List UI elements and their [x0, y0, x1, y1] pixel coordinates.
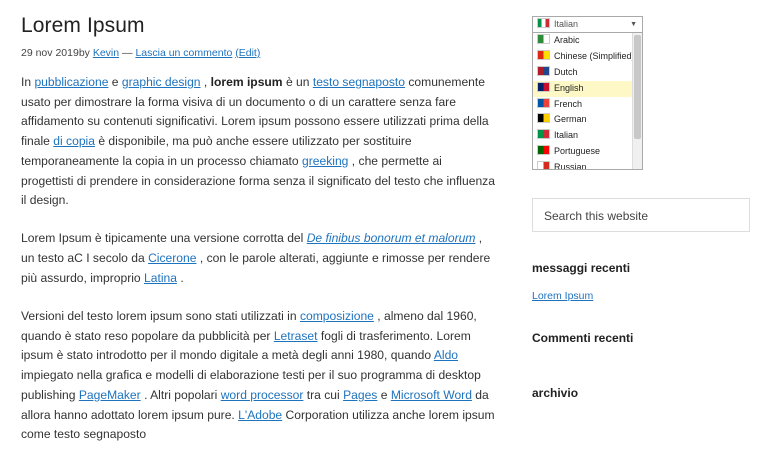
paragraph-1: In pubblicazione e graphic design , lore… — [21, 73, 497, 211]
text: Lorem Ipsum è tipicamente una versione c… — [21, 231, 307, 246]
bold-lorem-ipsum: lorem ipsum — [210, 75, 283, 89]
flag-icon — [537, 65, 550, 76]
paragraph-2: Lorem Ipsum è tipicamente una versione c… — [21, 229, 497, 288]
link-pubblicazione[interactable]: pubblicazione — [34, 75, 108, 89]
language-option-label: English — [554, 82, 584, 93]
recent-posts-title: messaggi recenti — [532, 261, 631, 275]
link-graphic-design[interactable]: graphic design — [122, 75, 201, 89]
search-input[interactable]: Search this website — [532, 198, 750, 232]
meta-dash: — — [122, 47, 133, 59]
link-greeking[interactable]: greeking — [302, 154, 348, 168]
language-option[interactable]: Portuguese — [533, 144, 632, 160]
language-option[interactable]: English — [533, 80, 632, 97]
text: . Altri popolari — [144, 387, 221, 402]
language-option[interactable]: Dutch — [533, 65, 632, 81]
flag-icon — [537, 81, 550, 92]
flag-icon — [537, 129, 550, 140]
italy-flag-icon — [537, 18, 550, 28]
language-option[interactable]: German — [533, 112, 632, 128]
language-option-label: Italian — [554, 130, 579, 141]
text: e — [380, 387, 391, 402]
text: . — [180, 270, 184, 285]
link-de-finibus[interactable]: De finibus bonorum et malorum — [307, 231, 476, 245]
language-option-label: Portuguese — [554, 146, 601, 157]
flag-icon — [537, 49, 550, 60]
chevron-down-icon: ▼ — [630, 21, 637, 28]
edit-link[interactable]: (Edit) — [235, 47, 260, 59]
flag-icon — [537, 97, 550, 108]
link-letraset[interactable]: Letraset — [274, 329, 318, 343]
sidebar: Italian ▼ Arabic Chinese (Simplified) Dutc… — [532, 16, 752, 400]
language-selected: Italian — [554, 19, 579, 29]
language-option-label: Russian — [554, 162, 587, 169]
recent-comments-title: Commenti recenti — [532, 331, 634, 345]
language-option[interactable]: Russian — [533, 160, 632, 169]
link-cicerone[interactable]: Cicerone — [148, 251, 196, 265]
text: Versioni del testo lorem ipsum sono stat… — [21, 309, 300, 324]
language-option-label: Dutch — [554, 66, 578, 77]
post-article: Lorem Ipsum 29 nov 2019by Kevin — Lascia… — [21, 14, 497, 463]
comment-link[interactable]: Lascia un commento — [135, 47, 232, 59]
language-list: Arabic Chinese (Simplified) Dutch English Fr… — [533, 33, 632, 169]
language-list-scrollbar[interactable] — [632, 33, 642, 169]
link-aldo[interactable]: Aldo — [434, 348, 458, 362]
link-di-copia[interactable]: di copia — [53, 134, 95, 148]
link-composizione[interactable]: composizione — [300, 309, 374, 323]
author-link[interactable]: Kevin — [93, 47, 119, 59]
language-option[interactable]: Italian — [533, 128, 632, 144]
language-option-label: French — [554, 98, 583, 109]
language-option[interactable]: Arabic — [533, 33, 632, 49]
text: In — [21, 75, 35, 89]
language-option[interactable]: Chinese (Simplified) — [533, 49, 632, 65]
scrollbar-thumb[interactable] — [634, 35, 641, 139]
link-pages[interactable]: Pages — [343, 388, 377, 402]
link-pagemaker[interactable]: PageMaker — [79, 388, 141, 402]
language-option-label: German — [554, 114, 587, 125]
by-label: by — [78, 47, 90, 59]
flag-icon — [537, 113, 550, 124]
flag-icon — [537, 161, 550, 169]
text: , — [203, 75, 211, 89]
link-word-processor[interactable]: word processor — [221, 388, 304, 402]
language-option-label: Chinese (Simplified) — [554, 50, 632, 61]
text: è un — [282, 75, 313, 89]
flag-icon — [537, 145, 550, 156]
link-testo-segnaposto[interactable]: testo segnaposto — [313, 75, 405, 89]
language-option[interactable]: French — [533, 97, 632, 113]
language-selector[interactable]: Italian ▼ Arabic Chinese (Simplified) Dutc… — [532, 16, 643, 170]
language-select[interactable]: Italian ▼ — [533, 17, 642, 33]
recent-post-link[interactable]: Lorem Ipsum — [532, 290, 752, 302]
post-meta: 29 nov 2019by Kevin — Lascia un commento… — [21, 47, 497, 59]
link-adobe[interactable]: L'Adobe — [238, 408, 282, 422]
post-date: 29 nov 2019 — [21, 47, 79, 59]
text: tra cui — [306, 387, 344, 402]
post-title: Lorem Ipsum — [21, 14, 145, 37]
paragraph-3: Versioni del testo lorem ipsum sono stat… — [21, 307, 497, 445]
text: e — [108, 75, 122, 89]
link-microsoft-word[interactable]: Microsoft Word — [391, 388, 472, 402]
flag-icon — [537, 34, 550, 44]
archive-title: archivio — [532, 386, 579, 400]
language-option-label: Arabic — [554, 35, 580, 45]
link-latina[interactable]: Latina — [144, 271, 177, 285]
